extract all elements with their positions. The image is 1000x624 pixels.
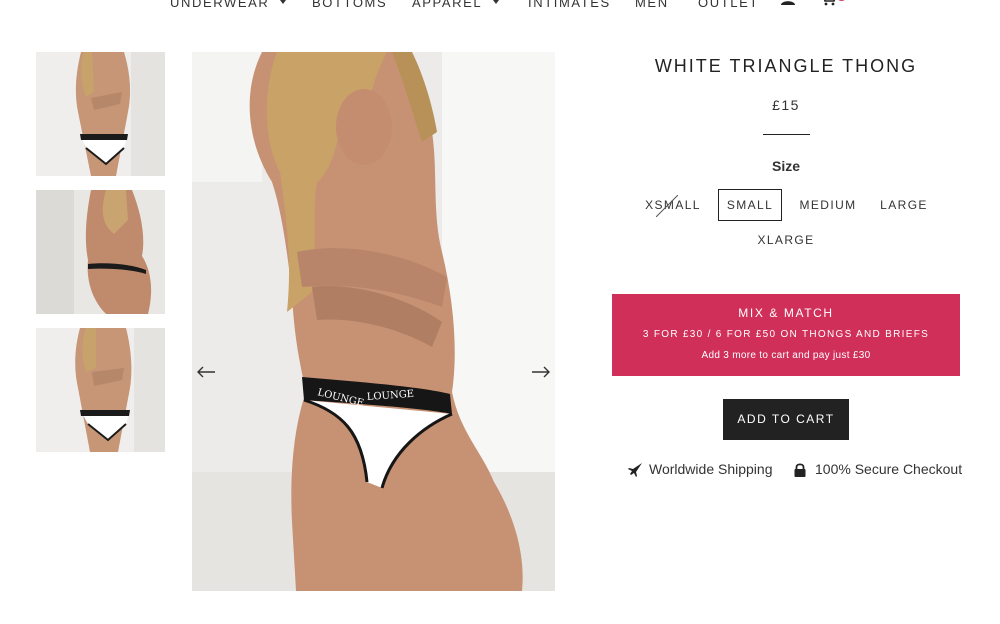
size-option-xlarge[interactable]: XLARGE (753, 224, 819, 256)
promo-title: MIX & MATCH (738, 306, 834, 320)
promo-offer: 3 FOR £30 / 6 FOR £50 ON THONGS AND BRIE… (642, 329, 930, 340)
product-thumbnail-image (36, 190, 165, 314)
nav-item-label: UNDERWEAR (170, 0, 270, 10)
size-option-label: XSMALL (645, 198, 701, 212)
size-option-label: MEDIUM (799, 198, 857, 212)
nav-item-intimates[interactable]: INTIMATES (528, 0, 611, 10)
account-icon[interactable] (780, 0, 796, 6)
size-option-large[interactable]: LARGE (874, 189, 934, 221)
top-nav: UNDERWEAR BOTTOMS APPAREL INTIMATES MEN … (0, 0, 1000, 15)
lock-icon (794, 463, 806, 477)
main-product-image: LOUNGE LOUNGE (192, 52, 555, 591)
divider (763, 134, 810, 135)
feature-label: 100% Secure Checkout (815, 461, 963, 477)
promo-banner: MIX & MATCH 3 FOR £30 / 6 FOR £50 ON THO… (612, 294, 960, 376)
product-thumbnail-image (36, 328, 165, 452)
promo-note: Add 3 more to cart and pay just £30 (701, 350, 871, 361)
thumbnail-front-1[interactable] (36, 52, 165, 176)
nav-item-label: MEN (635, 0, 669, 10)
nav-item-label: OUTLET (698, 0, 759, 10)
size-label: Size (771, 158, 800, 174)
prev-image-arrow-icon[interactable] (195, 364, 217, 380)
nav-item-outlet[interactable]: OUTLET (698, 0, 759, 10)
nav-item-apparel[interactable]: APPAREL (412, 0, 500, 10)
nav-item-label: APPAREL (412, 0, 483, 10)
product-photo: LOUNGE LOUNGE (192, 52, 555, 591)
product-title: WHITE TRIANGLE THONG (654, 56, 918, 76)
size-option-xsmall[interactable]: XSMALL (640, 189, 706, 221)
add-to-cart-button[interactable]: ADD TO CART (723, 399, 849, 440)
size-option-label: LARGE (880, 198, 928, 212)
feature-secure-checkout: 100% Secure Checkout (793, 461, 962, 479)
size-option-label: SMALL (726, 198, 774, 212)
nav-item-men[interactable]: MEN (635, 0, 669, 10)
nav-item-label: INTIMATES (528, 0, 611, 10)
cart-icon[interactable] (820, 0, 838, 6)
feature-label: Worldwide Shipping (649, 461, 773, 477)
next-image-arrow-icon[interactable] (530, 364, 552, 380)
product-thumbnail-image (36, 52, 165, 176)
nav-item-underwear[interactable]: UNDERWEAR (170, 0, 287, 10)
thumbnail-back[interactable] (36, 190, 165, 314)
chevron-down-icon (493, 0, 500, 4)
thumbnail-front-2[interactable] (36, 328, 165, 452)
nav-item-label: BOTTOMS (312, 0, 388, 10)
chevron-down-icon (280, 0, 287, 4)
plane-icon (628, 463, 642, 477)
nav-item-bottoms[interactable]: BOTTOMS (312, 0, 387, 10)
size-option-medium[interactable]: MEDIUM (794, 189, 862, 221)
size-option-label: XLARGE (757, 233, 815, 247)
size-option-small[interactable]: SMALL (718, 189, 782, 221)
feature-worldwide-shipping: Worldwide Shipping (627, 461, 777, 479)
product-price: £15 (772, 97, 800, 113)
